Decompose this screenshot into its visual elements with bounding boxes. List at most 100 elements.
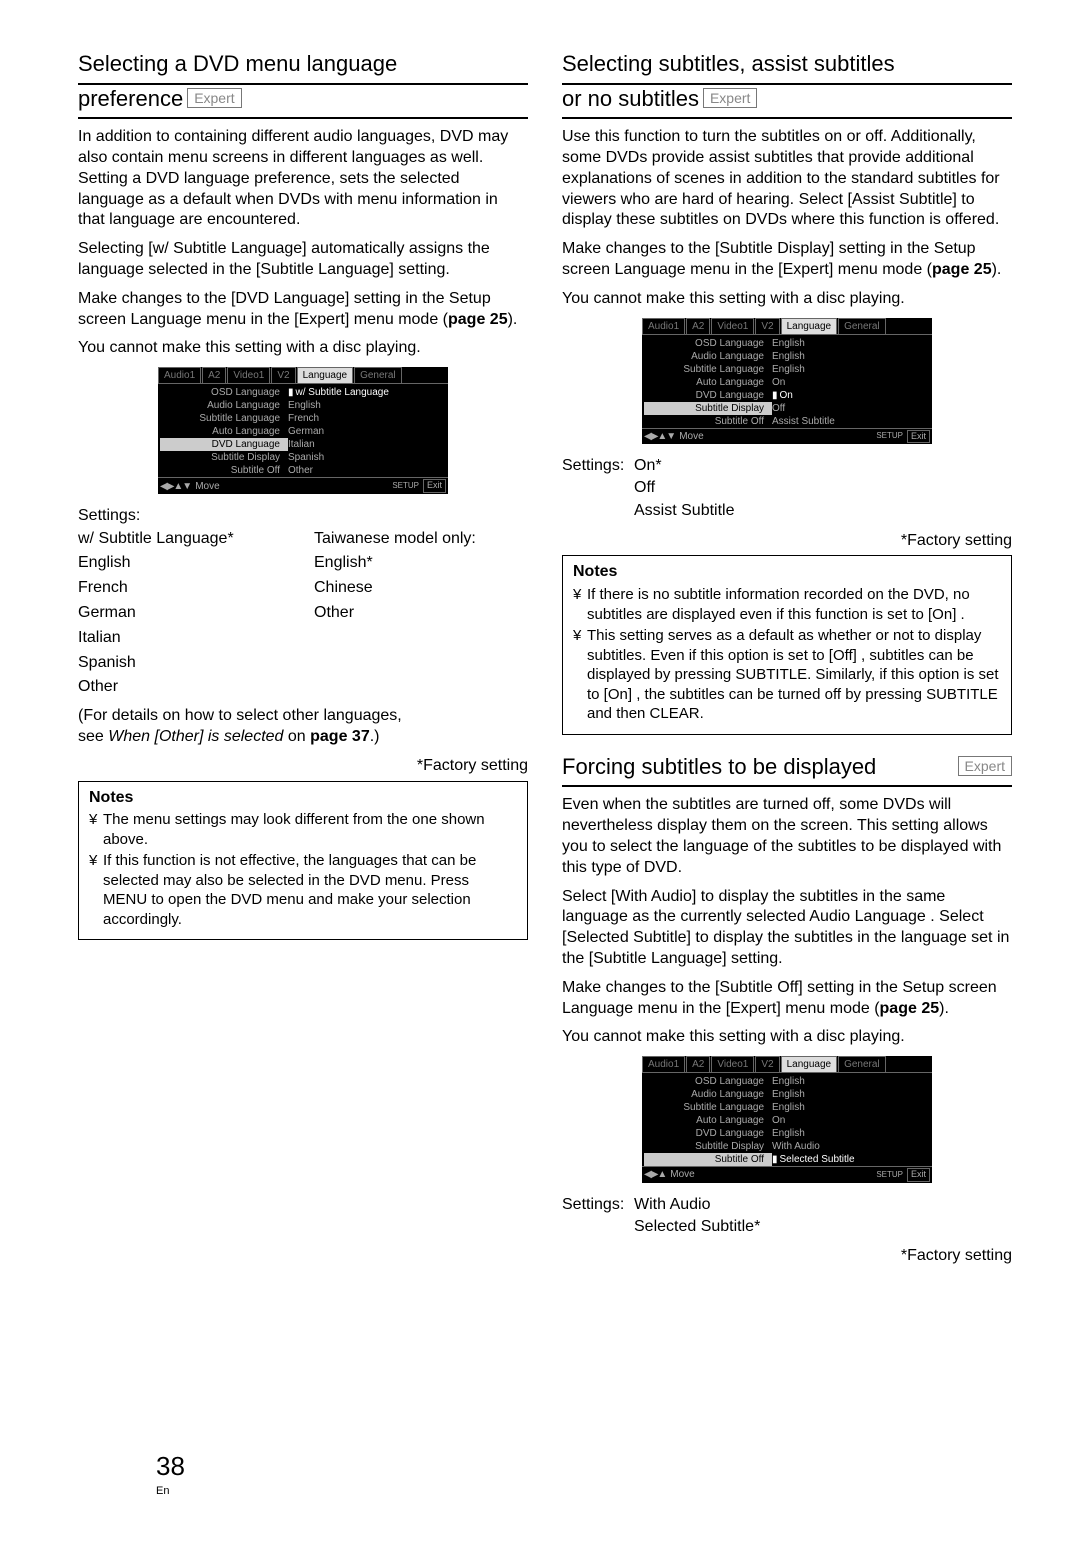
menu-value: Assist Subtitle — [772, 415, 930, 428]
menu-row: Subtitle LanguageEnglish — [644, 363, 930, 376]
para: Make changes to the [Subtitle Display] s… — [562, 239, 1012, 281]
list-item: French — [78, 576, 292, 601]
menu-row: Auto LanguageOn — [644, 376, 930, 389]
settings-label: Settings: — [562, 456, 634, 477]
menu-row: Audio LanguageEnglish — [160, 399, 446, 412]
menu-value: With Audio — [772, 1140, 930, 1153]
menu-rows: OSD LanguageEnglishAudio LanguageEnglish… — [642, 335, 932, 428]
menu-value: English — [772, 337, 930, 350]
menu-label: Audio Language — [160, 399, 288, 412]
menu-row: Auto LanguageOn — [644, 1114, 930, 1127]
menu-label: Subtitle Display — [644, 1140, 772, 1153]
tab: A2 — [686, 318, 710, 334]
notes-title: Notes — [89, 788, 517, 809]
menu-label: OSD Language — [644, 337, 772, 350]
menu-value: English — [772, 1101, 930, 1114]
exit-label: Exit — [423, 479, 446, 493]
menu-value: English — [288, 399, 446, 412]
list-item: Selected Subtitle* — [634, 1216, 1012, 1239]
menu-value: English — [772, 1075, 930, 1088]
list-item: With Audio — [634, 1195, 710, 1216]
list-item: On* — [634, 456, 662, 477]
setup-menu-2: Audio1 A2 Video1 V2 Language General OSD… — [642, 318, 932, 445]
tab: V2 — [755, 318, 779, 334]
menu-value: French — [288, 412, 446, 425]
list-item: English* — [314, 551, 528, 576]
menu-label: Subtitle Off — [644, 415, 772, 428]
settings-block: Settings: With Audio Selected Subtitle* … — [562, 1195, 1012, 1267]
tab: Video1 — [711, 318, 754, 334]
tab-active: Language — [297, 367, 354, 383]
menu-value: ▮w/ Subtitle Language — [288, 386, 446, 399]
menu-label: Auto Language — [644, 1114, 772, 1127]
para: Make changes to the [Subtitle Off] setti… — [562, 978, 1012, 1020]
move-label: Move — [679, 430, 876, 443]
bullet-icon: ¥ — [89, 810, 103, 849]
menu-row: Subtitle DisplayWith Audio — [644, 1140, 930, 1153]
list-item: Other — [78, 675, 292, 700]
menu-label: DVD Language — [160, 438, 288, 451]
list-col-2: Taiwanese model only: English* Chinese O… — [314, 527, 528, 701]
list-header: Taiwanese model only: — [314, 527, 528, 552]
menu-row: Subtitle OffOther — [160, 464, 446, 477]
bullet-icon: ¥ — [573, 585, 587, 624]
para: Select [With Audio] to display the subti… — [562, 887, 1012, 970]
setup-label: SETUP — [392, 481, 419, 491]
list-item: Italian — [78, 626, 292, 651]
right2-heading: Forcing subtitles to be displayed — [562, 753, 876, 782]
tab: Audio1 — [642, 1056, 685, 1072]
settings-label: Settings: — [78, 506, 528, 527]
para: You cannot make this setting with a disc… — [562, 1027, 1012, 1048]
menu-row: Audio LanguageEnglish — [644, 350, 930, 363]
menu-row: DVD Language▮On — [644, 389, 930, 402]
list-item: German — [78, 601, 292, 626]
bullet-icon: ¥ — [89, 851, 103, 929]
menu-label: Subtitle Display — [644, 402, 772, 415]
menu-row: Subtitle DisplaySpanish — [160, 451, 446, 464]
menu-tabs: Audio1 A2 Video1 V2 Language General — [642, 1056, 932, 1073]
para: Even when the subtitles are turned off, … — [562, 795, 1012, 878]
list-item: Spanish — [78, 651, 292, 676]
menu-row: Subtitle OffAssist Subtitle — [644, 415, 930, 428]
setup-menu-1: Audio1 A2 Video1 V2 Language General OSD… — [158, 367, 448, 494]
tab: V2 — [755, 1056, 779, 1072]
tab: V2 — [271, 367, 295, 383]
menu-rows: OSD Language▮w/ Subtitle LanguageAudio L… — [158, 384, 448, 477]
setup-menu-3: Audio1 A2 Video1 V2 Language General OSD… — [642, 1056, 932, 1183]
menu-value: Other — [288, 464, 446, 477]
menu-row: OSD LanguageEnglish — [644, 337, 930, 350]
factory-note: *Factory setting — [562, 531, 1012, 552]
details-line: (For details on how to select other lang… — [78, 706, 528, 748]
menu-rows: OSD LanguageEnglishAudio LanguageEnglish… — [642, 1073, 932, 1166]
tab: Video1 — [227, 367, 270, 383]
page-number: 38 — [156, 1450, 185, 1484]
page-lang: En — [156, 1484, 169, 1498]
menu-row: Subtitle Off▮Selected Subtitle — [644, 1153, 930, 1166]
tab: Audio1 — [158, 367, 201, 383]
note-item: ¥ This setting serves as a default as wh… — [573, 626, 1001, 724]
nav-arrows-icon: ◀▶▲▼ — [644, 430, 675, 443]
para: You cannot make this setting with a disc… — [78, 338, 528, 359]
para: Make changes to the [DVD Language] setti… — [78, 289, 528, 331]
setup-label: SETUP — [876, 1170, 903, 1180]
note-item: ¥ If there is no subtitle information re… — [573, 585, 1001, 624]
menu-value: Italian — [288, 438, 446, 451]
expert-badge: Expert — [187, 88, 241, 108]
tab: Video1 — [711, 1056, 754, 1072]
tab: A2 — [686, 1056, 710, 1072]
nav-arrows-icon: ◀▶▲ — [644, 1168, 666, 1181]
menu-value: German — [288, 425, 446, 438]
menu-value: English — [772, 1088, 930, 1101]
para: In addition to containing different audi… — [78, 127, 528, 231]
menu-label: Subtitle Off — [644, 1153, 772, 1166]
menu-label: Subtitle Display — [160, 451, 288, 464]
exit-label: Exit — [907, 1168, 930, 1182]
left-heading: Selecting a DVD menu language — [78, 50, 528, 85]
menu-label: DVD Language — [644, 1127, 772, 1140]
factory-note: *Factory setting — [78, 756, 528, 777]
menu-footer: ◀▶▲▼ Move SETUP Exit — [642, 428, 932, 445]
list-item: Other — [314, 601, 528, 626]
exit-label: Exit — [907, 430, 930, 444]
expert-badge: Expert — [958, 756, 1012, 776]
menu-row: DVD LanguageEnglish — [644, 1127, 930, 1140]
